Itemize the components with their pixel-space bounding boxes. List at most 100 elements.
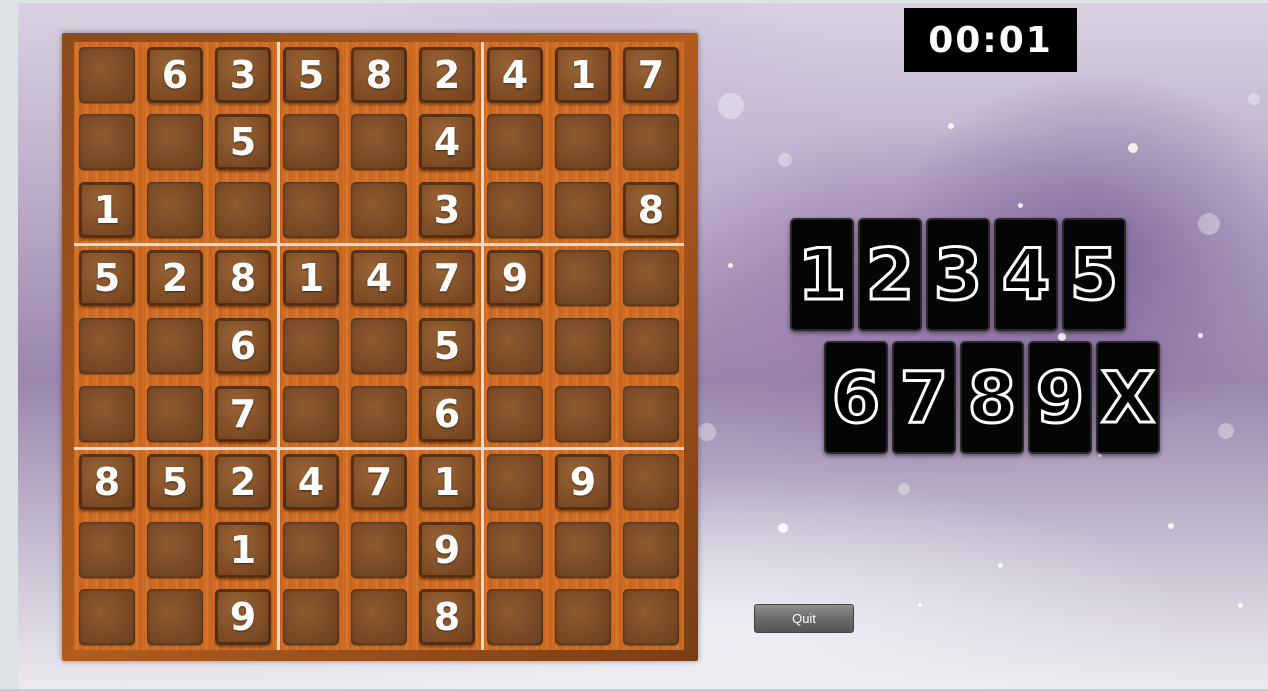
sudoku-cell[interactable] [79, 318, 135, 374]
sudoku-cell[interactable]: 4 [283, 454, 339, 510]
sudoku-cell[interactable]: 8 [623, 182, 679, 238]
sudoku-cell[interactable] [555, 522, 611, 578]
sudoku-cell[interactable]: 8 [215, 250, 271, 306]
sudoku-cell[interactable]: 1 [419, 454, 475, 510]
sudoku-cell[interactable]: 1 [215, 522, 271, 578]
block-divider-horizontal [74, 447, 684, 450]
sudoku-cell[interactable] [487, 318, 543, 374]
sudoku-cell[interactable] [623, 454, 679, 510]
sudoku-cell[interactable] [215, 182, 271, 238]
sudoku-cell[interactable] [623, 318, 679, 374]
sudoku-cell[interactable] [79, 47, 135, 103]
number-tile-button[interactable]: 3 [926, 218, 990, 331]
timer-text: 00:01 [928, 19, 1053, 61]
sudoku-cell[interactable]: 7 [623, 47, 679, 103]
snow-particle [898, 483, 910, 495]
sudoku-cell[interactable]: 8 [419, 589, 475, 645]
sudoku-cell[interactable] [623, 522, 679, 578]
sudoku-cell[interactable]: 5 [283, 47, 339, 103]
sudoku-cell[interactable] [623, 589, 679, 645]
sudoku-cell[interactable]: 7 [215, 386, 271, 442]
sudoku-cell[interactable] [487, 182, 543, 238]
sudoku-cell[interactable] [487, 386, 543, 442]
sudoku-cell[interactable]: 5 [79, 250, 135, 306]
number-tile-button[interactable]: 9 [1028, 341, 1092, 454]
sudoku-cell[interactable] [283, 114, 339, 170]
sudoku-cell[interactable] [351, 182, 407, 238]
sudoku-cell[interactable] [555, 589, 611, 645]
sudoku-cell[interactable] [555, 386, 611, 442]
snow-particle [948, 123, 954, 129]
sudoku-grid: 63582417541385281479657685247191998 [74, 42, 684, 650]
sudoku-cell[interactable]: 5 [215, 114, 271, 170]
sudoku-cell[interactable] [555, 318, 611, 374]
sudoku-cell[interactable] [283, 318, 339, 374]
snow-particle [1238, 603, 1243, 608]
sudoku-cell[interactable]: 2 [147, 250, 203, 306]
sudoku-cell[interactable] [555, 182, 611, 238]
sudoku-cell[interactable]: 8 [79, 454, 135, 510]
sudoku-cell[interactable]: 5 [147, 454, 203, 510]
sudoku-cell[interactable] [351, 522, 407, 578]
sudoku-cell[interactable]: 8 [351, 47, 407, 103]
sudoku-cell[interactable] [351, 589, 407, 645]
snow-particle [1218, 423, 1234, 439]
sudoku-cell[interactable] [283, 182, 339, 238]
sudoku-cell[interactable] [79, 386, 135, 442]
sudoku-cell[interactable]: 9 [215, 589, 271, 645]
sudoku-cell[interactable] [487, 454, 543, 510]
sudoku-cell[interactable]: 6 [419, 386, 475, 442]
sudoku-cell[interactable]: 3 [419, 182, 475, 238]
sudoku-cell[interactable] [283, 386, 339, 442]
sudoku-cell[interactable] [487, 522, 543, 578]
sudoku-cell[interactable] [351, 114, 407, 170]
number-tile-button[interactable]: 4 [994, 218, 1058, 331]
sudoku-cell[interactable] [79, 589, 135, 645]
sudoku-cell[interactable]: 4 [419, 114, 475, 170]
clear-tile-button[interactable]: X [1096, 341, 1160, 454]
number-tile-button[interactable]: 5 [1062, 218, 1126, 331]
sudoku-cell[interactable]: 4 [351, 250, 407, 306]
sudoku-cell[interactable] [623, 114, 679, 170]
sudoku-cell[interactable] [623, 386, 679, 442]
quit-button[interactable]: Quit [754, 604, 854, 633]
sudoku-cell[interactable]: 4 [487, 47, 543, 103]
number-tile-button[interactable]: 2 [858, 218, 922, 331]
sudoku-cell[interactable]: 5 [419, 318, 475, 374]
sudoku-cell[interactable]: 7 [351, 454, 407, 510]
sudoku-cell[interactable]: 1 [283, 250, 339, 306]
sudoku-cell[interactable] [623, 250, 679, 306]
sudoku-cell[interactable] [555, 114, 611, 170]
sudoku-cell[interactable]: 9 [419, 522, 475, 578]
sudoku-cell[interactable] [555, 250, 611, 306]
sudoku-cell[interactable]: 7 [419, 250, 475, 306]
sudoku-cell[interactable] [351, 386, 407, 442]
number-tile-button[interactable]: 7 [892, 341, 956, 454]
sudoku-cell[interactable] [351, 318, 407, 374]
number-tile-button[interactable]: 6 [824, 341, 888, 454]
sudoku-cell[interactable]: 1 [555, 47, 611, 103]
number-tile-button[interactable]: 1 [790, 218, 854, 331]
sudoku-cell[interactable] [79, 522, 135, 578]
sudoku-cell[interactable] [283, 589, 339, 645]
snow-particle [1248, 93, 1260, 105]
sudoku-cell[interactable]: 2 [419, 47, 475, 103]
sudoku-cell[interactable] [147, 522, 203, 578]
sudoku-cell[interactable] [487, 589, 543, 645]
sudoku-cell[interactable] [283, 522, 339, 578]
sudoku-cell[interactable]: 1 [79, 182, 135, 238]
sudoku-cell[interactable]: 3 [215, 47, 271, 103]
sudoku-cell[interactable]: 6 [215, 318, 271, 374]
sudoku-cell[interactable]: 6 [147, 47, 203, 103]
sudoku-cell[interactable]: 9 [487, 250, 543, 306]
sudoku-cell[interactable] [147, 182, 203, 238]
sudoku-cell[interactable] [147, 114, 203, 170]
sudoku-cell[interactable] [487, 114, 543, 170]
sudoku-cell[interactable] [147, 589, 203, 645]
sudoku-cell[interactable] [147, 386, 203, 442]
sudoku-cell[interactable] [79, 114, 135, 170]
sudoku-cell[interactable]: 9 [555, 454, 611, 510]
sudoku-cell[interactable]: 2 [215, 454, 271, 510]
sudoku-cell[interactable] [147, 318, 203, 374]
number-tile-button[interactable]: 8 [960, 341, 1024, 454]
